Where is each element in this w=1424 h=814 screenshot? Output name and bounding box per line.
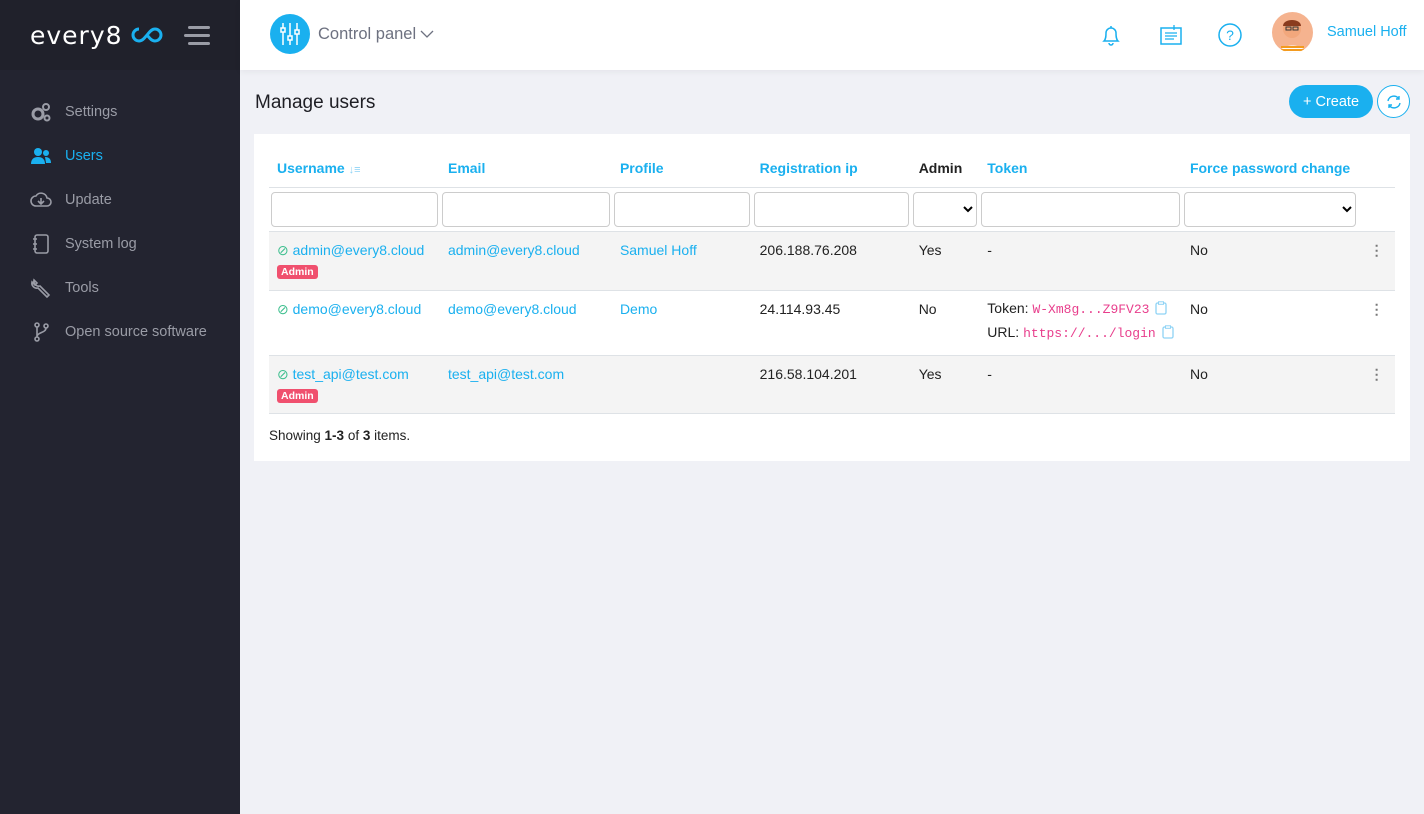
notes-icon[interactable] <box>1158 22 1184 48</box>
avatar[interactable] <box>1272 12 1313 53</box>
force-password-filter-select[interactable] <box>1183 191 1357 227</box>
bell-icon[interactable] <box>1098 22 1124 48</box>
email-link[interactable]: test_api@test.com <box>448 366 564 382</box>
admin-badge: Admin <box>277 264 318 279</box>
sidebar-item-tools[interactable]: Tools <box>0 266 240 310</box>
sidebar-item-open-source-software[interactable]: Open source software <box>0 310 240 354</box>
notebook-icon <box>33 234 49 254</box>
registration-ip: 206.188.76.208 <box>751 231 911 291</box>
top-header: Control panel ? Samuel Hoff <box>240 0 1424 70</box>
column-header-admin: Admin <box>910 150 980 188</box>
wrench-icon <box>31 278 51 299</box>
infinity-cloud-icon <box>131 27 163 43</box>
active-check-icon: ⊘ <box>277 241 289 258</box>
users-icon <box>31 148 51 164</box>
column-header-actions <box>1358 150 1395 188</box>
username-link[interactable]: demo@every8.cloud <box>293 301 422 317</box>
column-header-email[interactable]: Email <box>439 150 612 188</box>
token-value: - <box>979 231 1182 291</box>
registration-ip-filter-input[interactable] <box>753 191 909 227</box>
email-link[interactable]: admin@every8.cloud <box>448 242 580 258</box>
profile-link[interactable]: Demo <box>620 301 657 317</box>
sidebar-item-label: Users <box>65 148 103 164</box>
sidebar-item-system-log[interactable]: System log <box>0 222 240 266</box>
users-table: Username ↓≡ Email Profile Registration i… <box>269 150 1395 414</box>
admin-badge: Admin <box>277 388 318 403</box>
table-row: ⊘ admin@every8.cloud Admin admin@every8.c… <box>269 231 1395 291</box>
username-filter-input[interactable] <box>271 191 438 227</box>
git-branch-icon <box>34 322 49 342</box>
admin-value: Yes <box>910 231 980 291</box>
profile-filter-input[interactable] <box>613 191 750 227</box>
page-title: Manage users <box>255 92 376 113</box>
column-header-force-password-change[interactable]: Force password change <box>1181 150 1359 188</box>
force-password-value: No <box>1181 231 1359 291</box>
email-link[interactable]: demo@every8.cloud <box>448 301 577 317</box>
registration-ip: 216.58.104.201 <box>751 355 911 414</box>
control-panel-label: Control panel <box>318 24 417 43</box>
users-card: Username ↓≡ Email Profile Registration i… <box>254 134 1410 461</box>
chevron-down-icon <box>420 30 434 38</box>
token-value: - <box>979 355 1182 414</box>
url-value: https://.../login <box>1023 325 1156 341</box>
sidebar-item-update[interactable]: Update <box>0 178 240 222</box>
token-value: W-Xm8g...Z9FV23 <box>1032 301 1150 317</box>
row-actions-menu-icon[interactable]: ⋮ <box>1358 231 1395 291</box>
registration-ip: 24.114.93.45 <box>751 290 911 356</box>
admin-value: No <box>910 290 980 356</box>
sidebar-item-settings[interactable]: Settings <box>0 90 240 134</box>
sidebar-item-label: Update <box>65 192 112 208</box>
force-password-value: No <box>1181 355 1359 414</box>
sidebar: every8 Settings Users Update System log … <box>0 0 240 814</box>
cloud-download-icon <box>30 192 52 207</box>
active-check-icon: ⊘ <box>277 365 289 382</box>
logo[interactable]: every8 <box>0 0 240 70</box>
username-link[interactable]: admin@every8.cloud <box>293 242 425 258</box>
sort-icon: ↓≡ <box>348 164 361 177</box>
column-header-registration-ip[interactable]: Registration ip <box>751 150 911 188</box>
gears-icon <box>31 103 51 122</box>
row-actions-menu-icon[interactable]: ⋮ <box>1358 355 1395 414</box>
sidebar-item-label: Open source software <box>65 324 207 340</box>
svg-text:?: ? <box>1226 27 1234 43</box>
control-panel-dropdown[interactable]: Control panel <box>270 14 434 54</box>
help-icon[interactable]: ? <box>1217 22 1243 48</box>
refresh-button[interactable] <box>1377 85 1410 118</box>
admin-value: Yes <box>910 355 980 414</box>
sidebar-item-label: System log <box>65 236 137 252</box>
column-header-token[interactable]: Token <box>979 150 1182 188</box>
sidebar-item-label: Settings <box>65 104 118 120</box>
profile-link[interactable]: Samuel Hoff <box>620 242 697 258</box>
refresh-icon <box>1386 94 1401 109</box>
create-button[interactable]: + Create <box>1289 85 1373 118</box>
column-header-profile[interactable]: Profile <box>611 150 752 188</box>
copy-url-icon[interactable] <box>1162 324 1174 339</box>
sidebar-item-label: Tools <box>65 280 99 296</box>
table-row: ⊘ test_api@test.com Admin test_api@test.c… <box>269 355 1395 414</box>
sidebar-item-users[interactable]: Users <box>0 134 240 178</box>
column-header-username[interactable]: Username ↓≡ <box>269 150 440 188</box>
token-cell: Token: W-Xm8g...Z9FV23 URL: https://.../… <box>979 290 1182 356</box>
active-check-icon: ⊘ <box>277 300 289 317</box>
pagination-summary: Showing 1-3 of 3 items. <box>269 428 411 443</box>
user-name-link[interactable]: Samuel Hoff <box>1327 24 1407 40</box>
logo-text: every8 <box>30 20 123 50</box>
copy-token-icon[interactable] <box>1155 300 1168 315</box>
menu-toggle-button[interactable] <box>184 26 210 50</box>
username-link[interactable]: test_api@test.com <box>293 366 409 382</box>
admin-filter-select[interactable] <box>912 191 978 227</box>
table-row: ⊘ demo@every8.cloud demo@every8.cloud De… <box>269 290 1395 356</box>
token-filter-input[interactable] <box>981 191 1180 227</box>
row-actions-menu-icon[interactable]: ⋮ <box>1358 290 1395 356</box>
sliders-icon <box>270 14 310 54</box>
force-password-value: No <box>1181 290 1359 356</box>
email-filter-input[interactable] <box>441 191 610 227</box>
